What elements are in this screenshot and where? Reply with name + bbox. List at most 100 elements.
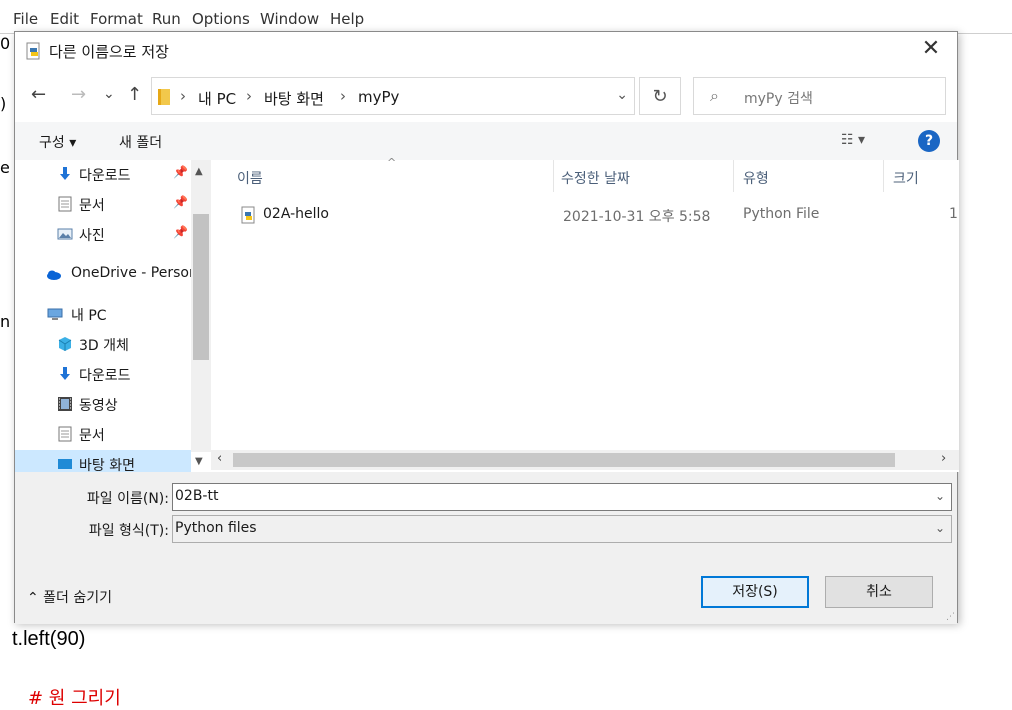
sidebar-item-downloads[interactable]: 다운로드 [15,360,191,388]
video-icon [58,397,72,411]
scroll-right-icon[interactable]: › [941,451,946,466]
editor-char: e [0,158,10,177]
menu-format[interactable]: Format [90,10,143,28]
filename-input[interactable]: 02B-tt ⌄ [172,483,952,511]
sidebar-item-pictures[interactable]: 사진 📌 [15,220,191,248]
sidebar-item-label: 문서 [79,428,105,444]
sidebar-item-documents[interactable]: 문서 [15,420,191,448]
breadcrumb-my-pc[interactable]: 내 PC [198,88,236,109]
filetype-label: 파일 형식(T): [88,523,169,539]
editor-char: n [0,312,11,331]
recent-locations-icon[interactable]: ⌄ [103,86,115,102]
document-icon [58,196,72,212]
command-toolbar: 구성 ▾ 새 폴더 ☷ ▾ ? [15,122,957,160]
dialog-title: 다른 이름으로 저장 [49,43,169,61]
horizontal-scrollbar[interactable]: ‹ › [211,450,959,470]
menu-help[interactable]: Help [330,10,364,28]
up-arrow-icon[interactable]: ↑ [127,84,142,105]
computer-icon [47,308,63,320]
organize-button[interactable]: 구성 ▾ [39,132,76,152]
sidebar-item-label: 3D 개체 [79,338,129,354]
sidebar-item-this-pc[interactable]: 내 PC [15,300,191,328]
back-arrow-icon[interactable]: ← [31,84,46,105]
editor-char: 0 [0,34,11,53]
chevron-down-icon[interactable]: ⌄ [935,521,945,535]
column-header-type[interactable]: 유형 [743,168,769,188]
sidebar-item-documents-quick[interactable]: 문서 📌 [15,190,191,218]
menu-run[interactable]: Run [152,10,181,28]
download-icon [60,367,70,380]
sidebar-item-videos[interactable]: 동영상 [15,390,191,418]
menu-options[interactable]: Options [192,10,250,28]
save-form: 파일 이름(N): 02B-tt ⌄ 파일 형식(T): Python file… [15,472,957,624]
sort-caret-icon: ^ [387,156,397,169]
filetype-select[interactable]: Python files ⌄ [172,515,952,543]
file-list: ^ 이름 수정한 날짜 유형 크기 02A-hello 2021-10-31 오… [211,156,959,472]
breadcrumb-sep: › [246,87,252,105]
scroll-left-icon[interactable]: ‹ [217,451,222,466]
pin-icon: 📌 [173,195,188,209]
download-icon [60,167,70,180]
help-icon[interactable]: ? [918,130,940,152]
sidebar-item-label: 문서 [79,198,105,214]
sidebar-item-onedrive[interactable]: OneDrive - Personal [15,260,210,288]
menu-edit[interactable]: Edit [50,10,79,28]
refresh-button[interactable]: ↻ [639,77,681,115]
3d-objects-icon [58,337,72,351]
browser-pane: 다운로드 📌 문서 📌 사진 📌 OneDrive - Personal 내 P… [15,156,959,472]
filename-label: 파일 이름(N): [86,491,169,507]
sidebar-item-label: 사진 [79,228,105,244]
horizontal-scrollbar-thumb[interactable] [233,453,895,467]
onedrive-icon [47,270,61,280]
table-row[interactable]: 02A-hello 2021-10-31 오후 5:58 Python File… [211,200,959,230]
python-file-icon [241,206,255,224]
column-divider[interactable] [883,160,884,192]
column-header-name[interactable]: 이름 [237,168,263,188]
desktop-icon [58,459,72,469]
filename-value: 02B-tt [175,488,219,504]
sidebar-item-downloads-quick[interactable]: 다운로드 📌 [15,160,191,188]
sidebar-item-desktop[interactable]: 바탕 화면 [15,450,191,472]
pictures-icon [57,228,73,240]
search-input[interactable]: ⌕ myPy 검색 [693,77,946,115]
editor-text-peek: 0 ) e n [0,34,10,693]
column-divider[interactable] [733,160,734,192]
forward-arrow-icon[interactable]: → [71,84,86,105]
scroll-up-icon[interactable]: ▲ [195,166,203,177]
sidebar-item-label: 다운로드 [79,368,131,384]
resize-grip-icon[interactable]: ⋰ [946,612,955,622]
column-header-modified[interactable]: 수정한 날짜 [561,168,630,188]
sidebar-item-label: 내 PC [71,308,107,324]
file-name: 02A-hello [263,206,329,222]
navigation-pane: 다운로드 📌 문서 📌 사진 📌 OneDrive - Personal 내 P… [15,160,211,472]
breadcrumb-mypy[interactable]: myPy [358,88,399,106]
column-header-size[interactable]: 크기 [893,168,919,188]
save-button[interactable]: 저장(S) [701,576,809,608]
scroll-down-icon[interactable]: ▼ [195,456,203,467]
menu-window[interactable]: Window [260,10,319,28]
view-options-icon[interactable]: ☷ ▾ [841,132,865,148]
chevron-down-icon[interactable]: ⌄ [616,87,628,103]
hide-folders-toggle[interactable]: ⌃ 폴더 숨기기 [27,587,112,607]
chevron-down-icon[interactable]: ⌄ [935,489,945,503]
cancel-button[interactable]: 취소 [825,576,933,608]
dialog-titlebar[interactable]: 다른 이름으로 저장 ✕ [15,32,957,70]
editor-code-line[interactable]: t.left(90) [12,628,85,651]
editor-menubar: File Edit Format Run Options Window Help [0,0,1012,34]
editor-comment-line[interactable]: # 원 그리기 [28,684,121,710]
pin-icon: 📌 [173,225,188,239]
column-divider[interactable] [553,160,554,192]
close-button[interactable]: ✕ [917,36,945,61]
file-size: 1 [949,206,958,222]
address-bar[interactable]: › 내 PC › 바탕 화면 › myPy ⌄ [151,77,635,115]
file-modified: 2021-10-31 오후 5:58 [563,209,711,225]
sidebar-item-3d-objects[interactable]: 3D 개체 [15,330,191,358]
sidebar-item-label: 동영상 [79,398,118,414]
save-as-dialog: 다른 이름으로 저장 ✕ ← → ⌄ ↑ › 내 PC › 바탕 화면 › my… [14,31,959,624]
filetype-value: Python files [175,520,257,536]
menu-file[interactable]: File [13,10,38,28]
breadcrumb-desktop[interactable]: 바탕 화면 [264,88,324,109]
new-folder-button[interactable]: 새 폴더 [119,132,162,152]
sidebar-scrollbar-thumb[interactable] [193,214,209,360]
pin-icon: 📌 [173,165,188,179]
